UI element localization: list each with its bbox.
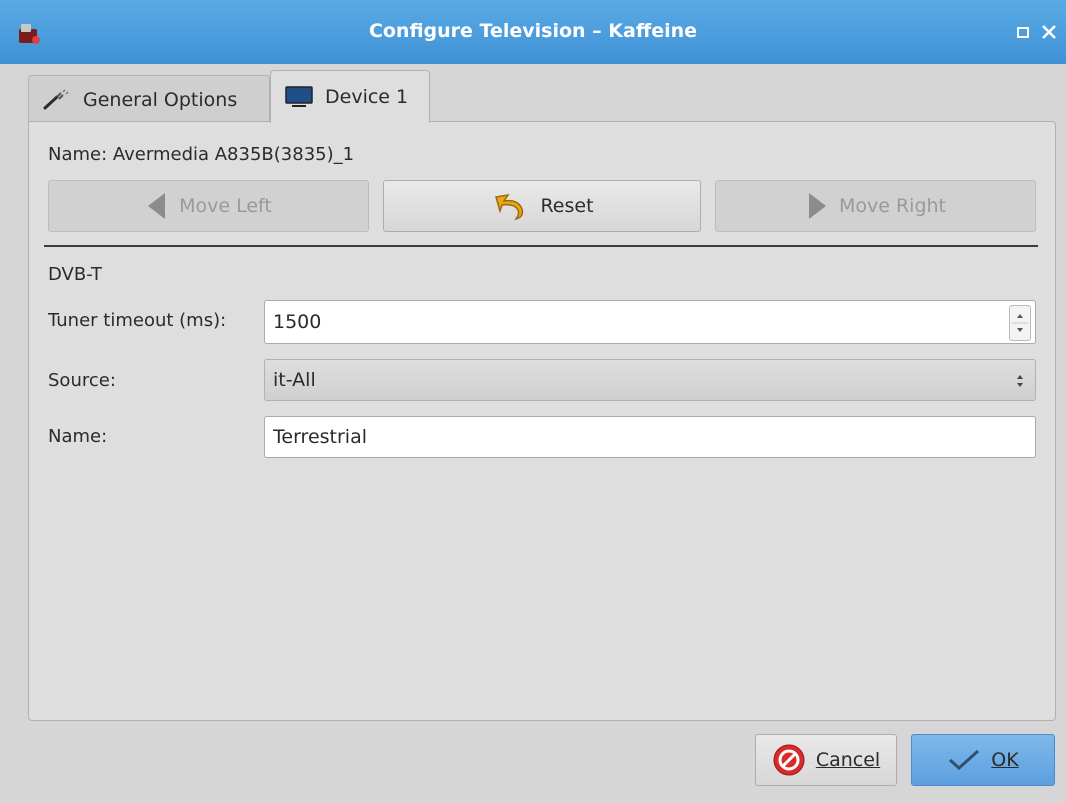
arrow-right-icon [808,193,826,219]
spin-arrows[interactable] [1009,305,1031,341]
tab-label: General Options [83,88,238,111]
tuner-timeout-label: Tuner timeout (ms): [48,310,227,331]
chevron-up-down-icon [1017,375,1023,387]
reset-button[interactable]: Reset [383,180,701,232]
reset-label: Reset [540,195,594,217]
cancel-label: Cancel [815,749,881,771]
wrench-icon [43,88,69,109]
ok-label: OK [991,749,1019,771]
tuner-timeout-value: 1500 [273,311,322,333]
move-right-button[interactable]: Move Right [715,180,1036,232]
arrow-left-icon [148,193,166,219]
name-label: Name: [48,426,108,447]
name-value: Terrestrial [273,426,367,448]
tab-label: Device 1 [325,86,409,108]
device-name-label: Name: Avermedia A835B(3835)_1 [48,144,355,165]
dialog-window: Configure Television – Kaffeine General … [0,0,1066,803]
source-value: it-All [273,369,316,391]
name-field[interactable]: Terrestrial [264,416,1036,458]
cancel-button[interactable]: Cancel [755,734,897,786]
checkmark-icon [949,749,980,771]
tab-general-options[interactable]: General Options [28,75,270,123]
separator [44,245,1038,247]
maximize-icon[interactable] [1012,21,1034,43]
undo-icon [495,193,524,221]
move-left-label: Move Left [179,195,272,217]
source-label: Source: [48,370,116,391]
tuner-timeout-spinbox[interactable]: 1500 [264,300,1036,344]
title-bar[interactable]: Configure Television – Kaffeine [0,0,1066,64]
ok-button[interactable]: OK [911,734,1055,786]
move-left-button[interactable]: Move Left [48,180,369,232]
window-title: Configure Television – Kaffeine [368,20,698,42]
move-right-label: Move Right [838,195,947,217]
cancel-icon [773,744,805,776]
source-select[interactable]: it-All [264,359,1036,401]
tab-device-1[interactable]: Device 1 [270,70,430,123]
spin-up-down-icon [1012,314,1028,332]
section-title: DVB-T [48,264,103,285]
monitor-icon [285,86,313,107]
close-icon[interactable] [1038,21,1060,43]
